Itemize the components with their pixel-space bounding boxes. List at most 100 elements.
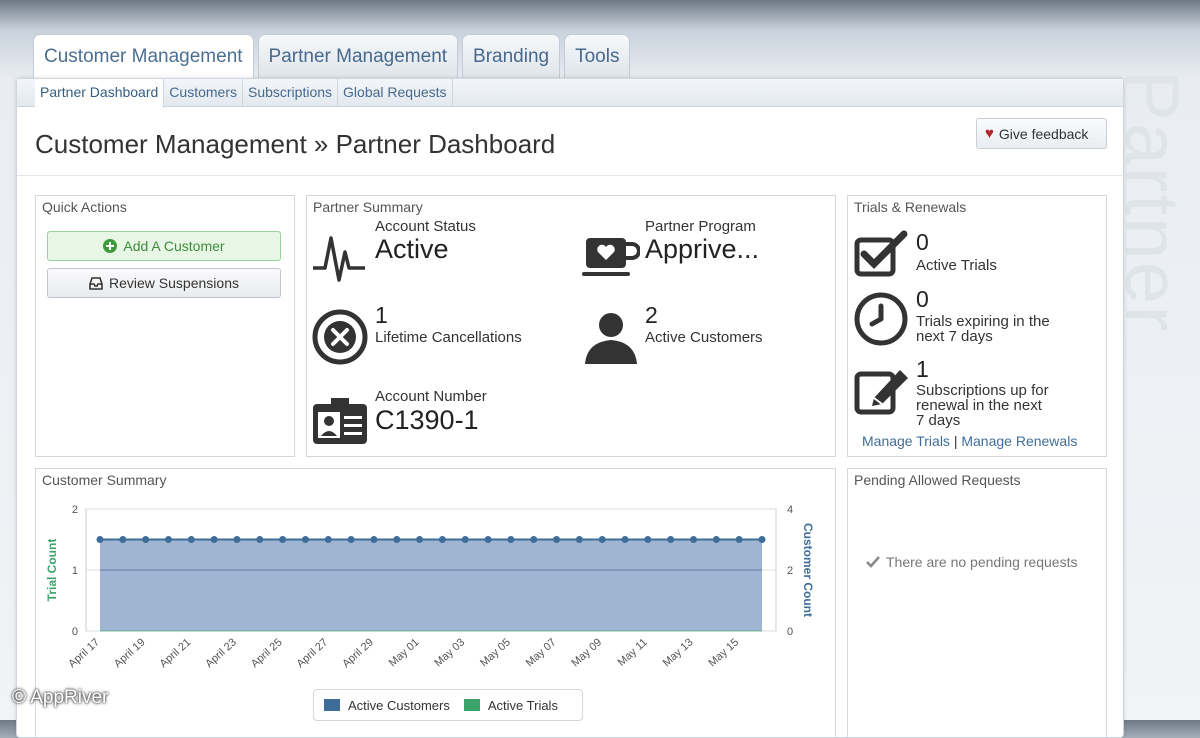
review-suspensions-label: Review Suspensions xyxy=(109,275,239,291)
chart-legend: Active Customers Active Trials xyxy=(313,689,583,721)
point-active-customers xyxy=(256,536,264,543)
sub-tabs: Partner Dashboard Customers Subscription… xyxy=(17,79,1123,108)
point-active-customers xyxy=(164,536,172,543)
cancellations-value: 1 xyxy=(375,302,388,328)
account-number-value: C1390-1 xyxy=(375,405,479,435)
y-left-axis-title: Trial Count xyxy=(45,539,59,602)
manage-trials-link[interactable]: Manage Trials xyxy=(862,433,950,449)
id-badge-icon xyxy=(313,398,367,444)
active-customers-label: Active Customers xyxy=(645,329,763,346)
inbox-icon xyxy=(89,276,103,290)
point-active-customers xyxy=(119,536,127,543)
x-tick-label: May 03 xyxy=(432,636,467,669)
x-tick-label: April 23 xyxy=(203,636,239,670)
coffee-cup-icon xyxy=(582,238,640,276)
point-active-customers xyxy=(530,536,538,543)
renewals-label-3: 7 days xyxy=(916,412,961,429)
y-left-tick-label: 1 xyxy=(72,565,78,577)
heartbeat-icon xyxy=(313,236,365,282)
point-active-customers xyxy=(667,536,675,543)
point-active-customers xyxy=(461,536,469,543)
x-tick-label: April 29 xyxy=(340,636,376,670)
pending-requests-box: Pending Allowed Requests There are no pe… xyxy=(847,468,1107,738)
active-trials-label: Active Trials xyxy=(916,257,997,274)
cancel-circle-icon xyxy=(312,309,368,365)
renewals-value: 1 xyxy=(916,356,929,382)
y-left-tick-label: 2 xyxy=(72,504,78,516)
point-active-customers xyxy=(187,536,195,543)
tab-branding[interactable]: Branding xyxy=(462,34,561,78)
checkmark-icon xyxy=(866,556,880,568)
series-area-active-customers xyxy=(100,539,762,631)
y-right-tick-label: 4 xyxy=(787,504,793,516)
active-customers-value: 2 xyxy=(645,302,658,328)
copyright-watermark: © AppRiver xyxy=(12,687,109,708)
trials-renewals-box: Trials & Renewals 0 Active Trials 0 Tria… xyxy=(847,195,1107,457)
checkbox-icon xyxy=(854,230,908,277)
customer-summary-box: Customer Summary 0 1 2 0 2 4 April 17 April 19 A… xyxy=(35,468,836,738)
x-tick-label: April 21 xyxy=(158,636,194,670)
manage-renewals-link[interactable]: Manage Renewals xyxy=(961,433,1077,449)
trials-renewals-title: Trials & Renewals xyxy=(854,199,967,215)
add-customer-label: Add A Customer xyxy=(123,238,225,254)
point-active-customers xyxy=(575,536,583,543)
cancellations-label: Lifetime Cancellations xyxy=(375,329,522,346)
point-active-customers xyxy=(438,536,446,543)
x-tick-label: May 01 xyxy=(387,636,422,669)
point-active-customers xyxy=(621,536,629,543)
account-number-label: Account Number xyxy=(375,388,487,405)
account-status-value: Active xyxy=(375,234,449,264)
quick-actions-title: Quick Actions xyxy=(42,199,127,215)
point-active-customers xyxy=(347,536,355,543)
point-active-customers xyxy=(142,536,150,543)
account-status-label: Account Status xyxy=(375,218,476,235)
point-active-customers xyxy=(598,536,606,543)
point-active-customers xyxy=(416,536,424,543)
give-feedback-button[interactable]: ♥ Give feedback xyxy=(976,118,1107,149)
user-icon xyxy=(585,313,637,364)
legend-active-customers[interactable]: Active Customers xyxy=(348,698,450,713)
point-active-customers xyxy=(370,536,378,543)
x-tick-label: May 07 xyxy=(524,636,559,669)
x-tick-label: May 05 xyxy=(478,636,513,669)
subtab-subscriptions[interactable]: Subscriptions xyxy=(243,79,339,107)
plus-circle-icon xyxy=(103,239,118,253)
point-active-customers xyxy=(301,536,309,543)
subtab-partner-dashboard[interactable]: Partner Dashboard xyxy=(35,79,165,108)
point-active-customers xyxy=(96,536,104,543)
point-active-customers xyxy=(324,536,332,543)
page-title: Customer Management » Partner Dashboard xyxy=(35,129,556,159)
x-tick-label: April 27 xyxy=(295,636,331,670)
partner-program-value: Apprive... xyxy=(645,234,760,264)
x-tick-label: May 15 xyxy=(706,636,741,669)
main-panel: Partner Dashboard Customers Subscription… xyxy=(16,78,1124,738)
tab-partner-management[interactable]: Partner Management xyxy=(257,34,459,78)
subtab-customers[interactable]: Customers xyxy=(164,79,243,107)
point-active-customers xyxy=(735,536,743,543)
trials-links: Manage Trials | Manage Renewals xyxy=(862,433,1077,449)
quick-actions-box: Quick Actions Add A Customer Review Susp… xyxy=(35,195,295,457)
point-active-customers xyxy=(690,536,698,543)
x-tick-label: April 17 xyxy=(66,636,102,670)
pending-requests-title: Pending Allowed Requests xyxy=(854,472,1021,488)
y-right-tick-label: 2 xyxy=(787,565,793,577)
partner-summary-box: Partner Summary Account Status Active Pa… xyxy=(306,195,836,457)
subtab-global-requests[interactable]: Global Requests xyxy=(338,79,453,107)
x-tick-label: May 11 xyxy=(616,636,650,669)
legend-active-trials[interactable]: Active Trials xyxy=(488,698,558,713)
point-active-customers xyxy=(644,536,652,543)
give-feedback-label: Give feedback xyxy=(998,125,1089,142)
point-active-customers xyxy=(210,536,218,543)
tab-tools[interactable]: Tools xyxy=(564,34,631,78)
tab-customer-management[interactable]: Customer Management xyxy=(33,34,254,78)
partner-program-label: Partner Program xyxy=(645,218,756,235)
active-trials-value: 0 xyxy=(916,229,929,255)
y-left-tick-label: 0 xyxy=(72,626,78,638)
review-suspensions-button[interactable]: Review Suspensions xyxy=(47,268,281,298)
expiring-trials-value: 0 xyxy=(916,286,929,312)
customer-summary-chart: 0 1 2 0 2 4 April 17 April 19 April 21 April 23 Ap… xyxy=(45,504,815,670)
y-right-tick-label: 0 xyxy=(787,626,793,638)
add-customer-button[interactable]: Add A Customer xyxy=(47,231,281,261)
x-tick-label: April 19 xyxy=(112,636,148,670)
point-active-customers xyxy=(233,536,241,543)
